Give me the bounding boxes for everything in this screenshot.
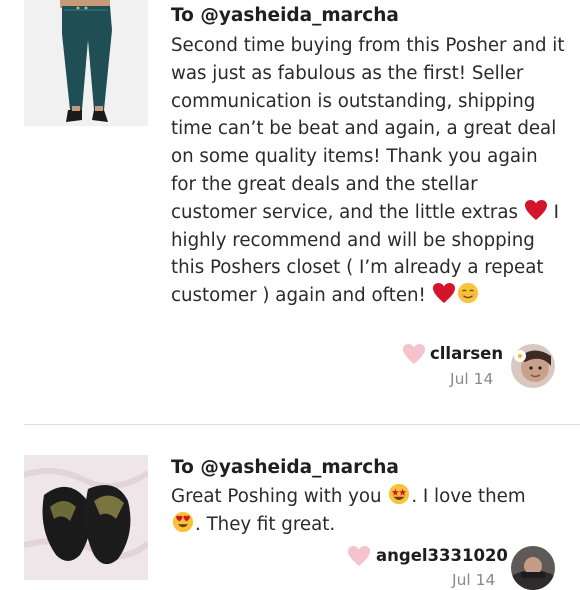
- like-heart-icon[interactable]: [347, 545, 371, 567]
- comment-card-1: To @yasheida_marcha Second time buying f…: [0, 0, 580, 424]
- heart-eyes-emoji: [172, 511, 194, 532]
- commenter-avatar[interactable]: [511, 546, 555, 590]
- comment-text: Great Poshing with you . I love them . T…: [171, 483, 566, 539]
- star-struck-emoji: [389, 483, 410, 505]
- commenter-username[interactable]: cllarsen: [430, 344, 503, 363]
- comment-date: Jul 14: [450, 370, 494, 388]
- comment-text-part: Great Poshing with you: [171, 486, 388, 507]
- like-heart-icon[interactable]: [402, 343, 426, 365]
- comment-recipient[interactable]: To @yasheida_marcha: [171, 457, 399, 478]
- listing-thumbnail-jeans[interactable]: [24, 0, 148, 126]
- red-heart-emoji: [524, 199, 547, 220]
- listing-thumbnail-sandals[interactable]: [24, 455, 148, 580]
- smiling-face-emoji: [457, 283, 478, 304]
- comment-recipient[interactable]: To @yasheida_marcha: [171, 5, 399, 26]
- red-heart-emoji: [432, 283, 455, 304]
- commenter-username[interactable]: angel3331020: [376, 546, 508, 565]
- commenter-avatar[interactable]: [511, 344, 555, 388]
- comment-text-part: Second time buying from this Posher and …: [171, 35, 565, 223]
- comment-text-part: . They fit great.: [195, 513, 336, 535]
- comment-text-part: . I love them: [411, 486, 526, 507]
- comment-text: Second time buying from this Posher and …: [171, 32, 566, 310]
- comment-date: Jul 14: [452, 571, 496, 589]
- comment-card-2: To @yasheida_marcha Great Poshing with y…: [0, 425, 580, 590]
